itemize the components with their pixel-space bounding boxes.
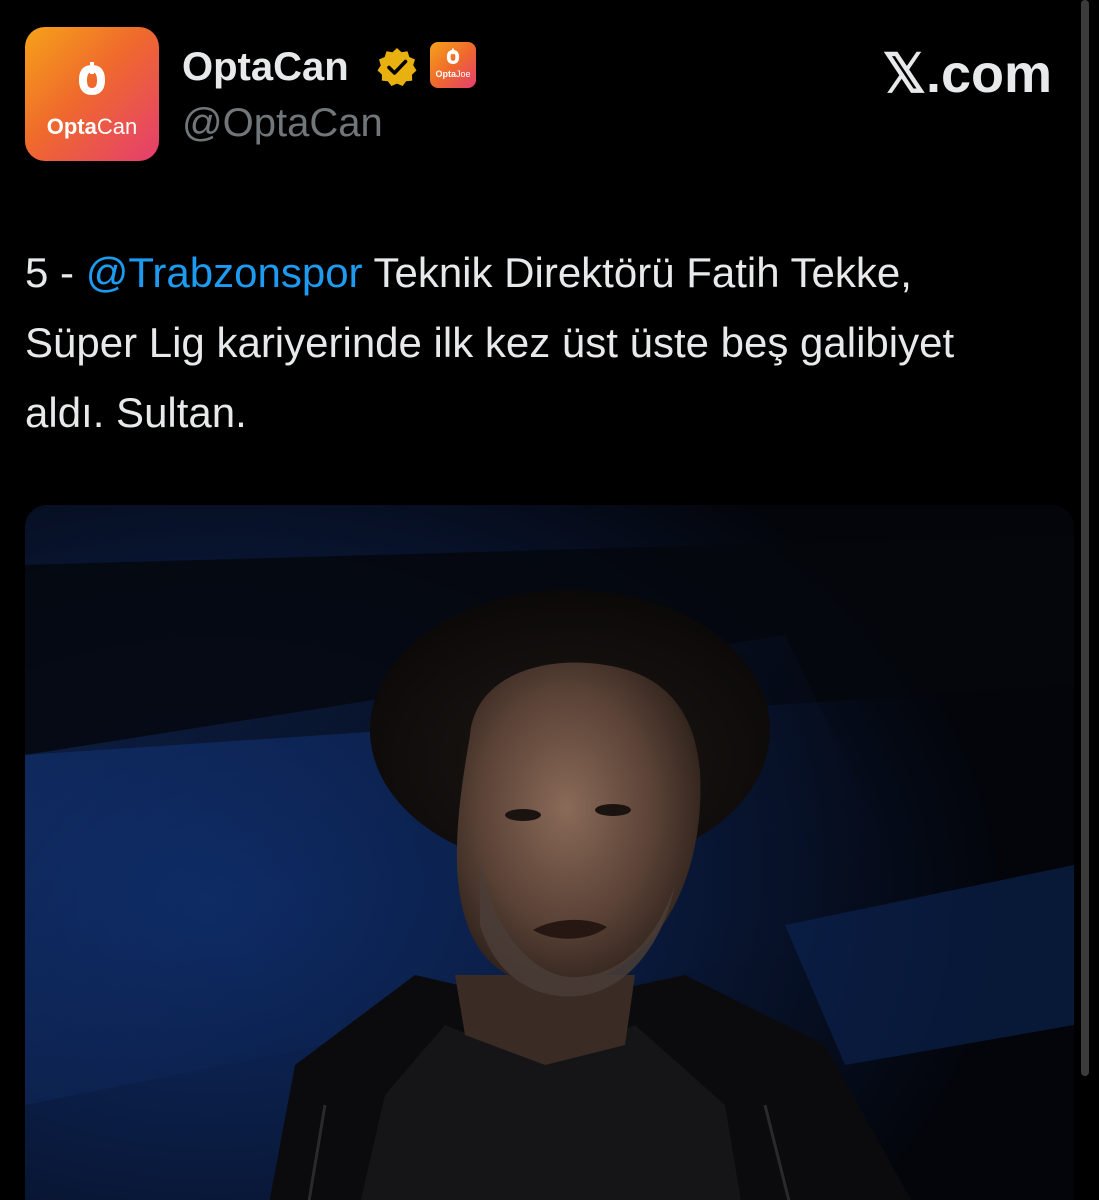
- affiliate-brand-bold: Opta: [435, 69, 456, 79]
- optajoe-badge-icon: [446, 48, 460, 65]
- tweet-media-photo[interactable]: [25, 505, 1074, 1200]
- tweet-prefix: 5 -: [25, 249, 86, 296]
- optacan-logo-icon: [79, 62, 105, 95]
- site-watermark: 𝕏.com: [882, 44, 1052, 104]
- scrollbar-thumb[interactable]: [1081, 0, 1089, 1076]
- tweet-text: 5 - @Trabzonspor Teknik Direktörü Fatih …: [25, 238, 1035, 448]
- affiliate-brand-light: Joe: [456, 69, 471, 79]
- scrollbar[interactable]: [1081, 0, 1089, 1076]
- coach-portrait-photo: [25, 505, 1074, 1200]
- display-name[interactable]: OptaCan: [182, 44, 349, 90]
- affiliate-brand-text: OptaJoe: [430, 69, 476, 79]
- verified-badge-icon: [377, 48, 417, 86]
- avatar-brand-bold: Opta: [46, 114, 97, 139]
- avatar-brand-light: Can: [96, 114, 138, 139]
- avatar-brand-text: OptaCan: [25, 114, 159, 140]
- avatar[interactable]: OptaCan: [25, 27, 159, 161]
- mention-link[interactable]: @Trabzonspor: [86, 249, 363, 296]
- user-handle[interactable]: @OptaCan: [182, 100, 383, 146]
- affiliate-badge[interactable]: OptaJoe: [430, 42, 476, 88]
